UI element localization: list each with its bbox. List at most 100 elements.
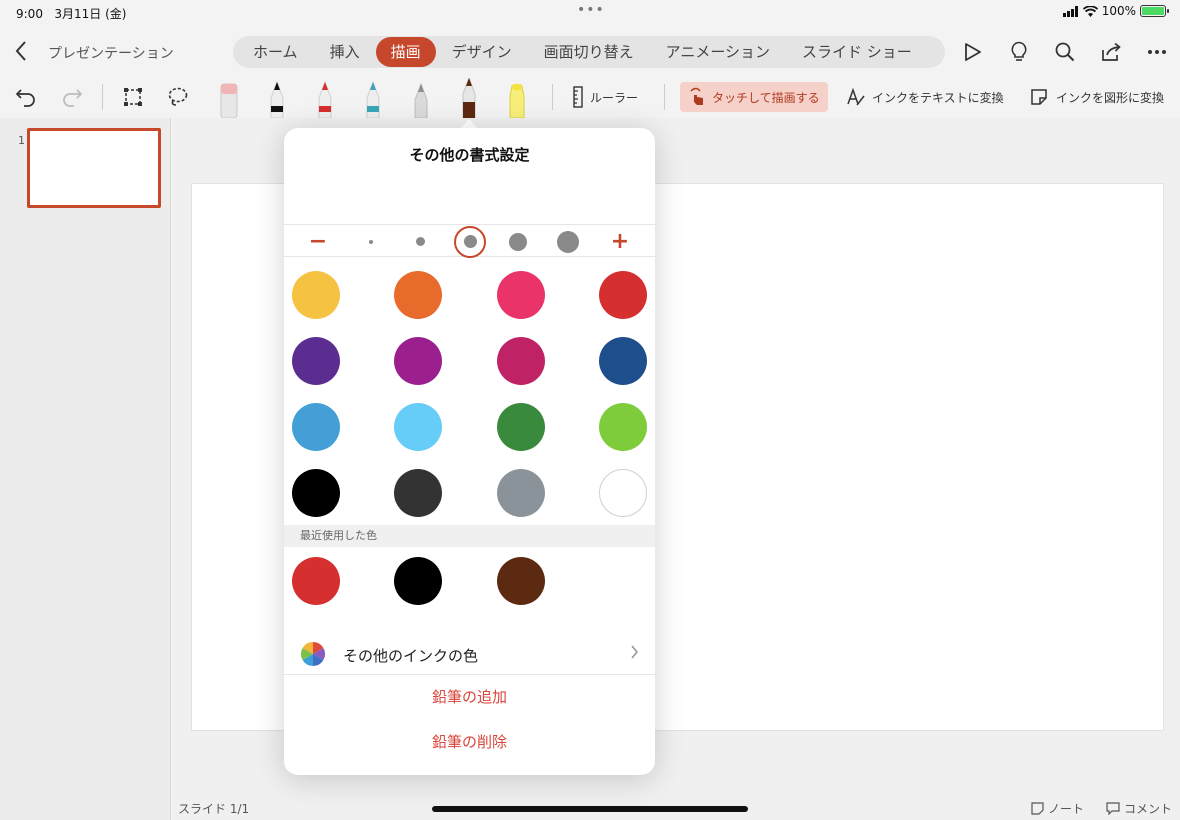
- hand-draw-icon: [690, 87, 703, 105]
- document-title[interactable]: プレゼンテーション: [48, 43, 174, 63]
- color-swatch[interactable]: [599, 337, 647, 385]
- pen-teal[interactable]: [358, 78, 388, 118]
- color-swatch[interactable]: [292, 469, 340, 517]
- status-right: 100%: [1062, 4, 1169, 18]
- pencil-brown[interactable]: [454, 78, 484, 118]
- header: プレゼンテーション ホーム 挿入 描画 デザイン 画面切り替え アニメーション …: [0, 30, 1180, 74]
- selected-size-ring: [454, 225, 486, 258]
- stroke-size-option[interactable]: [400, 225, 440, 258]
- slide-thumbnail-pane: 1: [0, 118, 171, 820]
- ink-to-shape-icon: [1031, 89, 1047, 105]
- stroke-size-option[interactable]: [450, 225, 490, 258]
- select-rect-icon[interactable]: [120, 76, 146, 118]
- eraser-icon[interactable]: [214, 78, 244, 118]
- color-swatch[interactable]: [292, 337, 340, 385]
- note-icon: [1031, 802, 1044, 815]
- tab-home[interactable]: ホーム: [237, 37, 314, 67]
- remove-pencil-button[interactable]: 鉛筆の削除: [284, 731, 655, 752]
- stroke-size-row: − +: [284, 224, 655, 258]
- color-swatch[interactable]: [292, 403, 340, 451]
- play-icon[interactable]: [950, 38, 996, 66]
- battery-charging-icon: [1140, 5, 1169, 17]
- comments-label: コメント: [1123, 802, 1172, 816]
- color-swatch[interactable]: [394, 403, 442, 451]
- recent-colors-label: 最近使用した色: [284, 525, 655, 547]
- stroke-size-option[interactable]: [351, 225, 391, 258]
- draw-toolbar: ルーラー タッチして描画する インクをテキストに変換 インクを図形に変換: [0, 76, 1180, 118]
- stroke-size-dot: [463, 235, 477, 248]
- pencil-gray[interactable]: [406, 78, 436, 118]
- share-icon[interactable]: [1088, 38, 1134, 66]
- ink-to-shape-label: インクを図形に変換: [1056, 90, 1165, 105]
- multitasking-dots[interactable]: •••: [577, 2, 605, 18]
- ink-to-text-button[interactable]: インクをテキストに変換: [846, 76, 1004, 118]
- search-icon[interactable]: [1042, 38, 1088, 66]
- color-swatch[interactable]: [497, 271, 545, 319]
- tab-draw[interactable]: 描画: [375, 37, 436, 67]
- touch-draw-button[interactable]: タッチして描画する: [680, 82, 828, 112]
- color-swatch[interactable]: [497, 403, 545, 451]
- tab-slideshow[interactable]: スライド ショー: [786, 37, 928, 67]
- slide-count: スライド 1/1: [178, 802, 250, 816]
- increase-size-button[interactable]: +: [600, 225, 640, 258]
- comments-button[interactable]: コメント: [1106, 800, 1172, 817]
- recent-color-swatch[interactable]: [292, 557, 340, 605]
- color-swatch[interactable]: [497, 337, 545, 385]
- highlighter-yellow[interactable]: [502, 78, 532, 118]
- more-icon[interactable]: [1134, 38, 1180, 66]
- home-indicator[interactable]: [432, 806, 748, 812]
- recent-color-swatch[interactable]: [497, 557, 545, 605]
- color-swatch[interactable]: [394, 271, 442, 319]
- ruler-button[interactable]: ルーラー: [572, 76, 638, 118]
- ribbon-tabs: ホーム 挿入 描画 デザイン 画面切り替え アニメーション スライド ショー: [233, 36, 945, 68]
- color-swatch[interactable]: [394, 337, 442, 385]
- toolbar-divider: [552, 84, 553, 110]
- ruler-label: ルーラー: [590, 90, 639, 105]
- color-swatch[interactable]: [599, 403, 647, 451]
- format-popover: その他の書式設定 − + 最近使用した色 その他のインクの色 鉛筆の追加 鉛筆の…: [284, 128, 655, 775]
- ink-to-shape-button[interactable]: インクを図形に変換: [1030, 76, 1164, 118]
- color-swatch[interactable]: [292, 271, 340, 319]
- stroke-size-option[interactable]: [498, 225, 538, 258]
- tab-animations[interactable]: アニメーション: [650, 37, 786, 67]
- pen-black[interactable]: [262, 78, 292, 118]
- ink-to-text-label: インクをテキストに変換: [872, 90, 1004, 105]
- tab-transitions[interactable]: 画面切り替え: [528, 37, 650, 67]
- battery-percent: 100%: [1101, 4, 1136, 18]
- slide-number: 1: [18, 134, 25, 147]
- status-bar: 9:00 3月11日 (金) ••• 100%: [0, 0, 1180, 26]
- lightbulb-icon[interactable]: [996, 38, 1042, 66]
- more-ink-colors-row[interactable]: その他のインクの色: [284, 633, 655, 675]
- header-actions: [950, 38, 1180, 66]
- popover-title: その他の書式設定: [409, 146, 530, 164]
- color-swatch[interactable]: [599, 271, 647, 319]
- color-swatch[interactable]: [599, 469, 647, 517]
- recent-color-swatch[interactable]: [394, 557, 442, 605]
- stroke-size-dot: [415, 237, 425, 246]
- stroke-size-option[interactable]: [548, 225, 588, 258]
- color-swatch[interactable]: [497, 469, 545, 517]
- ink-to-text-icon: [847, 87, 865, 106]
- notes-label: ノート: [1047, 802, 1084, 816]
- tab-insert[interactable]: 挿入: [314, 37, 376, 67]
- undo-icon[interactable]: [12, 76, 40, 118]
- footer-actions: ノート コメント: [1031, 800, 1172, 817]
- pen-red[interactable]: [310, 78, 340, 118]
- stroke-preview: [314, 199, 606, 203]
- chevron-right-icon: [630, 643, 639, 664]
- chevron-left-icon[interactable]: [14, 40, 28, 67]
- comment-icon: [1106, 802, 1120, 815]
- decrease-size-button[interactable]: −: [298, 225, 338, 258]
- stroke-size-dot: [369, 239, 373, 244]
- plus-icon: +: [610, 229, 630, 254]
- minus-icon: −: [308, 229, 328, 254]
- lasso-icon[interactable]: [165, 76, 191, 118]
- redo-icon[interactable]: [58, 76, 86, 118]
- slide-thumbnail[interactable]: [27, 128, 161, 208]
- touch-draw-label: タッチして描画する: [712, 90, 820, 105]
- tab-design[interactable]: デザイン: [436, 37, 528, 67]
- stroke-size-dot: [509, 232, 527, 251]
- notes-button[interactable]: ノート: [1031, 800, 1084, 817]
- add-pencil-button[interactable]: 鉛筆の追加: [284, 686, 655, 707]
- color-swatch[interactable]: [394, 469, 442, 517]
